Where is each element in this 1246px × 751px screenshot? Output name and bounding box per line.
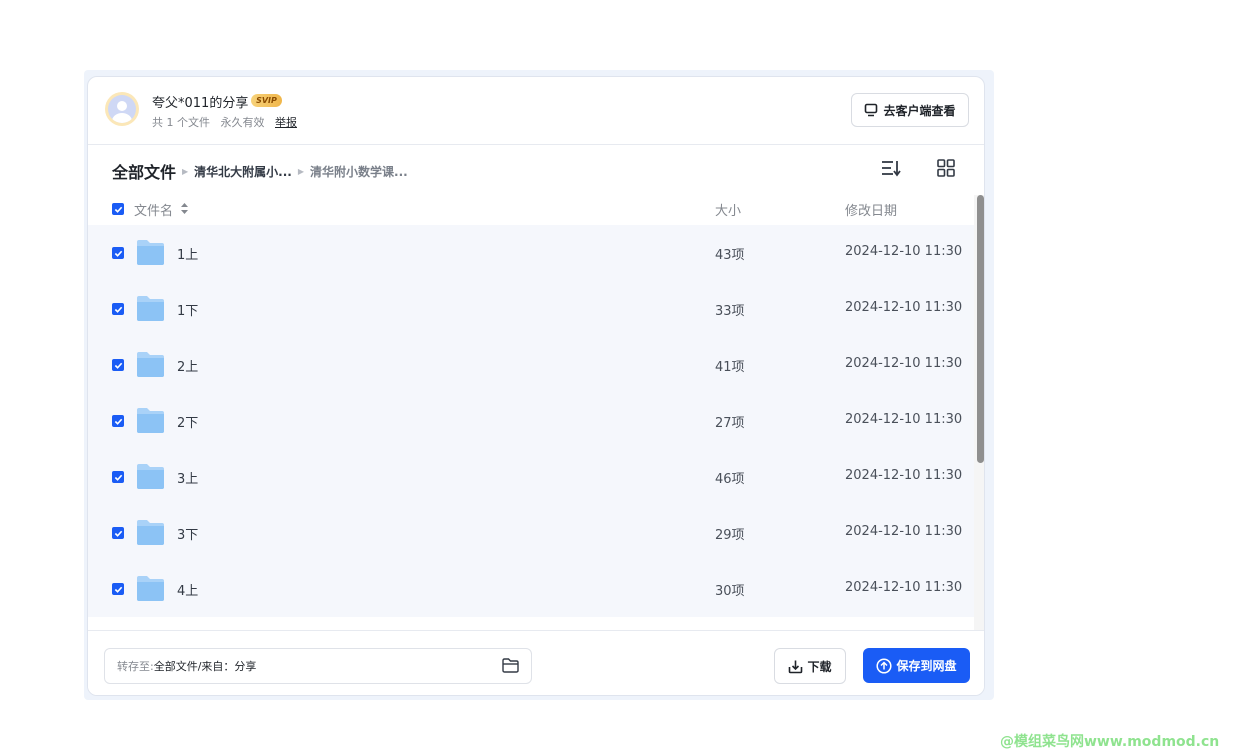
share-dialog: 夸父*011的分享 SVIP 共 1 个文件 永久有效 举报 去客户端查看 全部… [87, 76, 985, 696]
user-icon [108, 95, 136, 123]
file-date: 2024-12-10 11:30 [845, 580, 963, 595]
breadcrumb-level2: 清华附小数学课... [310, 164, 408, 179]
check-icon [114, 586, 122, 593]
file-size: 30项 [715, 584, 745, 599]
check-icon [114, 530, 122, 537]
open-client-button[interactable]: 去客户端查看 [851, 93, 969, 127]
file-name[interactable]: 3下 [177, 524, 198, 543]
row-checkbox[interactable] [112, 303, 124, 315]
table-row[interactable]: 3下 29项 2024-12-10 11:30 [88, 505, 974, 561]
file-count: 共 1 个文件 [152, 116, 210, 129]
grid-view-icon[interactable] [937, 159, 955, 177]
file-name[interactable]: 1下 [177, 300, 198, 319]
file-size: 41项 [715, 360, 745, 375]
table-row[interactable]: 1下 33项 2024-12-10 11:30 [88, 281, 974, 337]
check-icon [114, 474, 122, 481]
file-name[interactable]: 2下 [177, 412, 198, 431]
check-icon [114, 306, 122, 313]
file-date: 2024-12-10 11:30 [845, 468, 963, 483]
column-name-header[interactable]: 文件名 [134, 200, 173, 219]
svip-badge: SVIP [251, 94, 282, 107]
row-checkbox[interactable] [112, 415, 124, 427]
scrollbar-thumb[interactable] [977, 195, 984, 463]
share-meta: 共 1 个文件 永久有效 举报 [152, 114, 304, 130]
chevron-right-icon: ▶ [297, 166, 305, 176]
select-all-checkbox[interactable] [112, 203, 124, 215]
folder-icon [137, 408, 164, 433]
open-client-label: 去客户端查看 [883, 103, 956, 118]
row-checkbox[interactable] [112, 359, 124, 371]
download-label: 下载 [807, 659, 832, 674]
dialog-footer: 转存至: 全部文件/来自：分享 下载 保存到网盘 [88, 630, 984, 695]
file-size: 33项 [715, 304, 745, 319]
row-checkbox[interactable] [112, 247, 124, 259]
file-name[interactable]: 2上 [177, 356, 198, 375]
table-row[interactable]: 2上 41项 2024-12-10 11:30 [88, 337, 974, 393]
save-to-drive-button[interactable]: 保存到网盘 [863, 648, 970, 683]
sort-icon[interactable] [881, 159, 901, 177]
chevron-right-icon: ▶ [182, 166, 189, 176]
folder-icon [137, 576, 164, 601]
file-date: 2024-12-10 11:30 [845, 412, 963, 427]
cloud-upload-icon [876, 657, 893, 674]
file-size: 29项 [715, 528, 745, 543]
check-icon [114, 418, 122, 425]
folder-icon [137, 352, 164, 377]
file-name[interactable]: 4上 [177, 580, 198, 599]
table-row[interactable]: 3上 46项 2024-12-10 11:30 [88, 449, 974, 505]
breadcrumb-level1[interactable]: 清华北大附属小... [194, 163, 292, 180]
save-destination-field[interactable]: 转存至: 全部文件/来自：分享 [104, 648, 532, 684]
save-destination-path: 全部文件/来自：分享 [153, 660, 257, 673]
file-size: 27项 [715, 416, 745, 431]
file-date: 2024-12-10 11:30 [845, 524, 963, 539]
file-name[interactable]: 1上 [177, 244, 198, 263]
file-name[interactable]: 3上 [177, 468, 198, 487]
breadcrumb: 全部文件 ▶ 清华北大附属小... ▶ 清华附小数学课... [112, 159, 408, 183]
file-list: 1上 43项 2024-12-10 11:30 1下 33项 2024-12-1… [88, 225, 974, 630]
file-size: 43项 [715, 248, 745, 263]
row-checkbox[interactable] [112, 527, 124, 539]
row-checkbox[interactable] [112, 471, 124, 483]
file-date: 2024-12-10 11:30 [845, 356, 963, 371]
download-button[interactable]: 下载 [774, 648, 846, 684]
folder-icon [137, 520, 164, 545]
download-icon [789, 660, 803, 673]
folder-outline-icon[interactable] [502, 658, 519, 673]
row-checkbox[interactable] [112, 583, 124, 595]
avatar [105, 92, 139, 126]
column-size-header: 大小 [715, 204, 742, 219]
file-date: 2024-12-10 11:30 [845, 300, 963, 315]
monitor-icon [865, 103, 878, 117]
folder-icon [137, 296, 164, 321]
table-row[interactable]: 1上 43项 2024-12-10 11:30 [88, 225, 974, 281]
save-destination-label: 转存至: [117, 660, 154, 673]
sharer-title: 夸父*011的分享 [152, 96, 249, 111]
file-size: 46项 [715, 472, 745, 487]
column-date-header: 修改日期 [845, 204, 898, 219]
table-row[interactable]: 2下 27项 2024-12-10 11:30 [88, 393, 974, 449]
breadcrumb-root[interactable]: 全部文件 [112, 159, 176, 183]
share-header: 夸父*011的分享 SVIP 共 1 个文件 永久有效 举报 去客户端查看 [88, 77, 984, 145]
save-to-drive-label: 保存到网盘 [896, 659, 957, 673]
check-icon [114, 206, 122, 213]
folder-icon [137, 464, 164, 489]
folder-icon [137, 240, 164, 265]
sort-caret-icon[interactable] [181, 203, 188, 214]
table-header: 文件名 大小 修改日期 [88, 195, 984, 223]
check-icon [114, 250, 122, 257]
validity: 永久有效 [220, 116, 265, 129]
table-row[interactable]: 4上 30项 2024-12-10 11:30 [88, 561, 974, 617]
check-icon [114, 362, 122, 369]
report-link[interactable]: 举报 [275, 116, 297, 129]
file-date: 2024-12-10 11:30 [845, 244, 963, 259]
watermark: @模组菜鸟网www.modmod.cn [1000, 734, 1220, 750]
